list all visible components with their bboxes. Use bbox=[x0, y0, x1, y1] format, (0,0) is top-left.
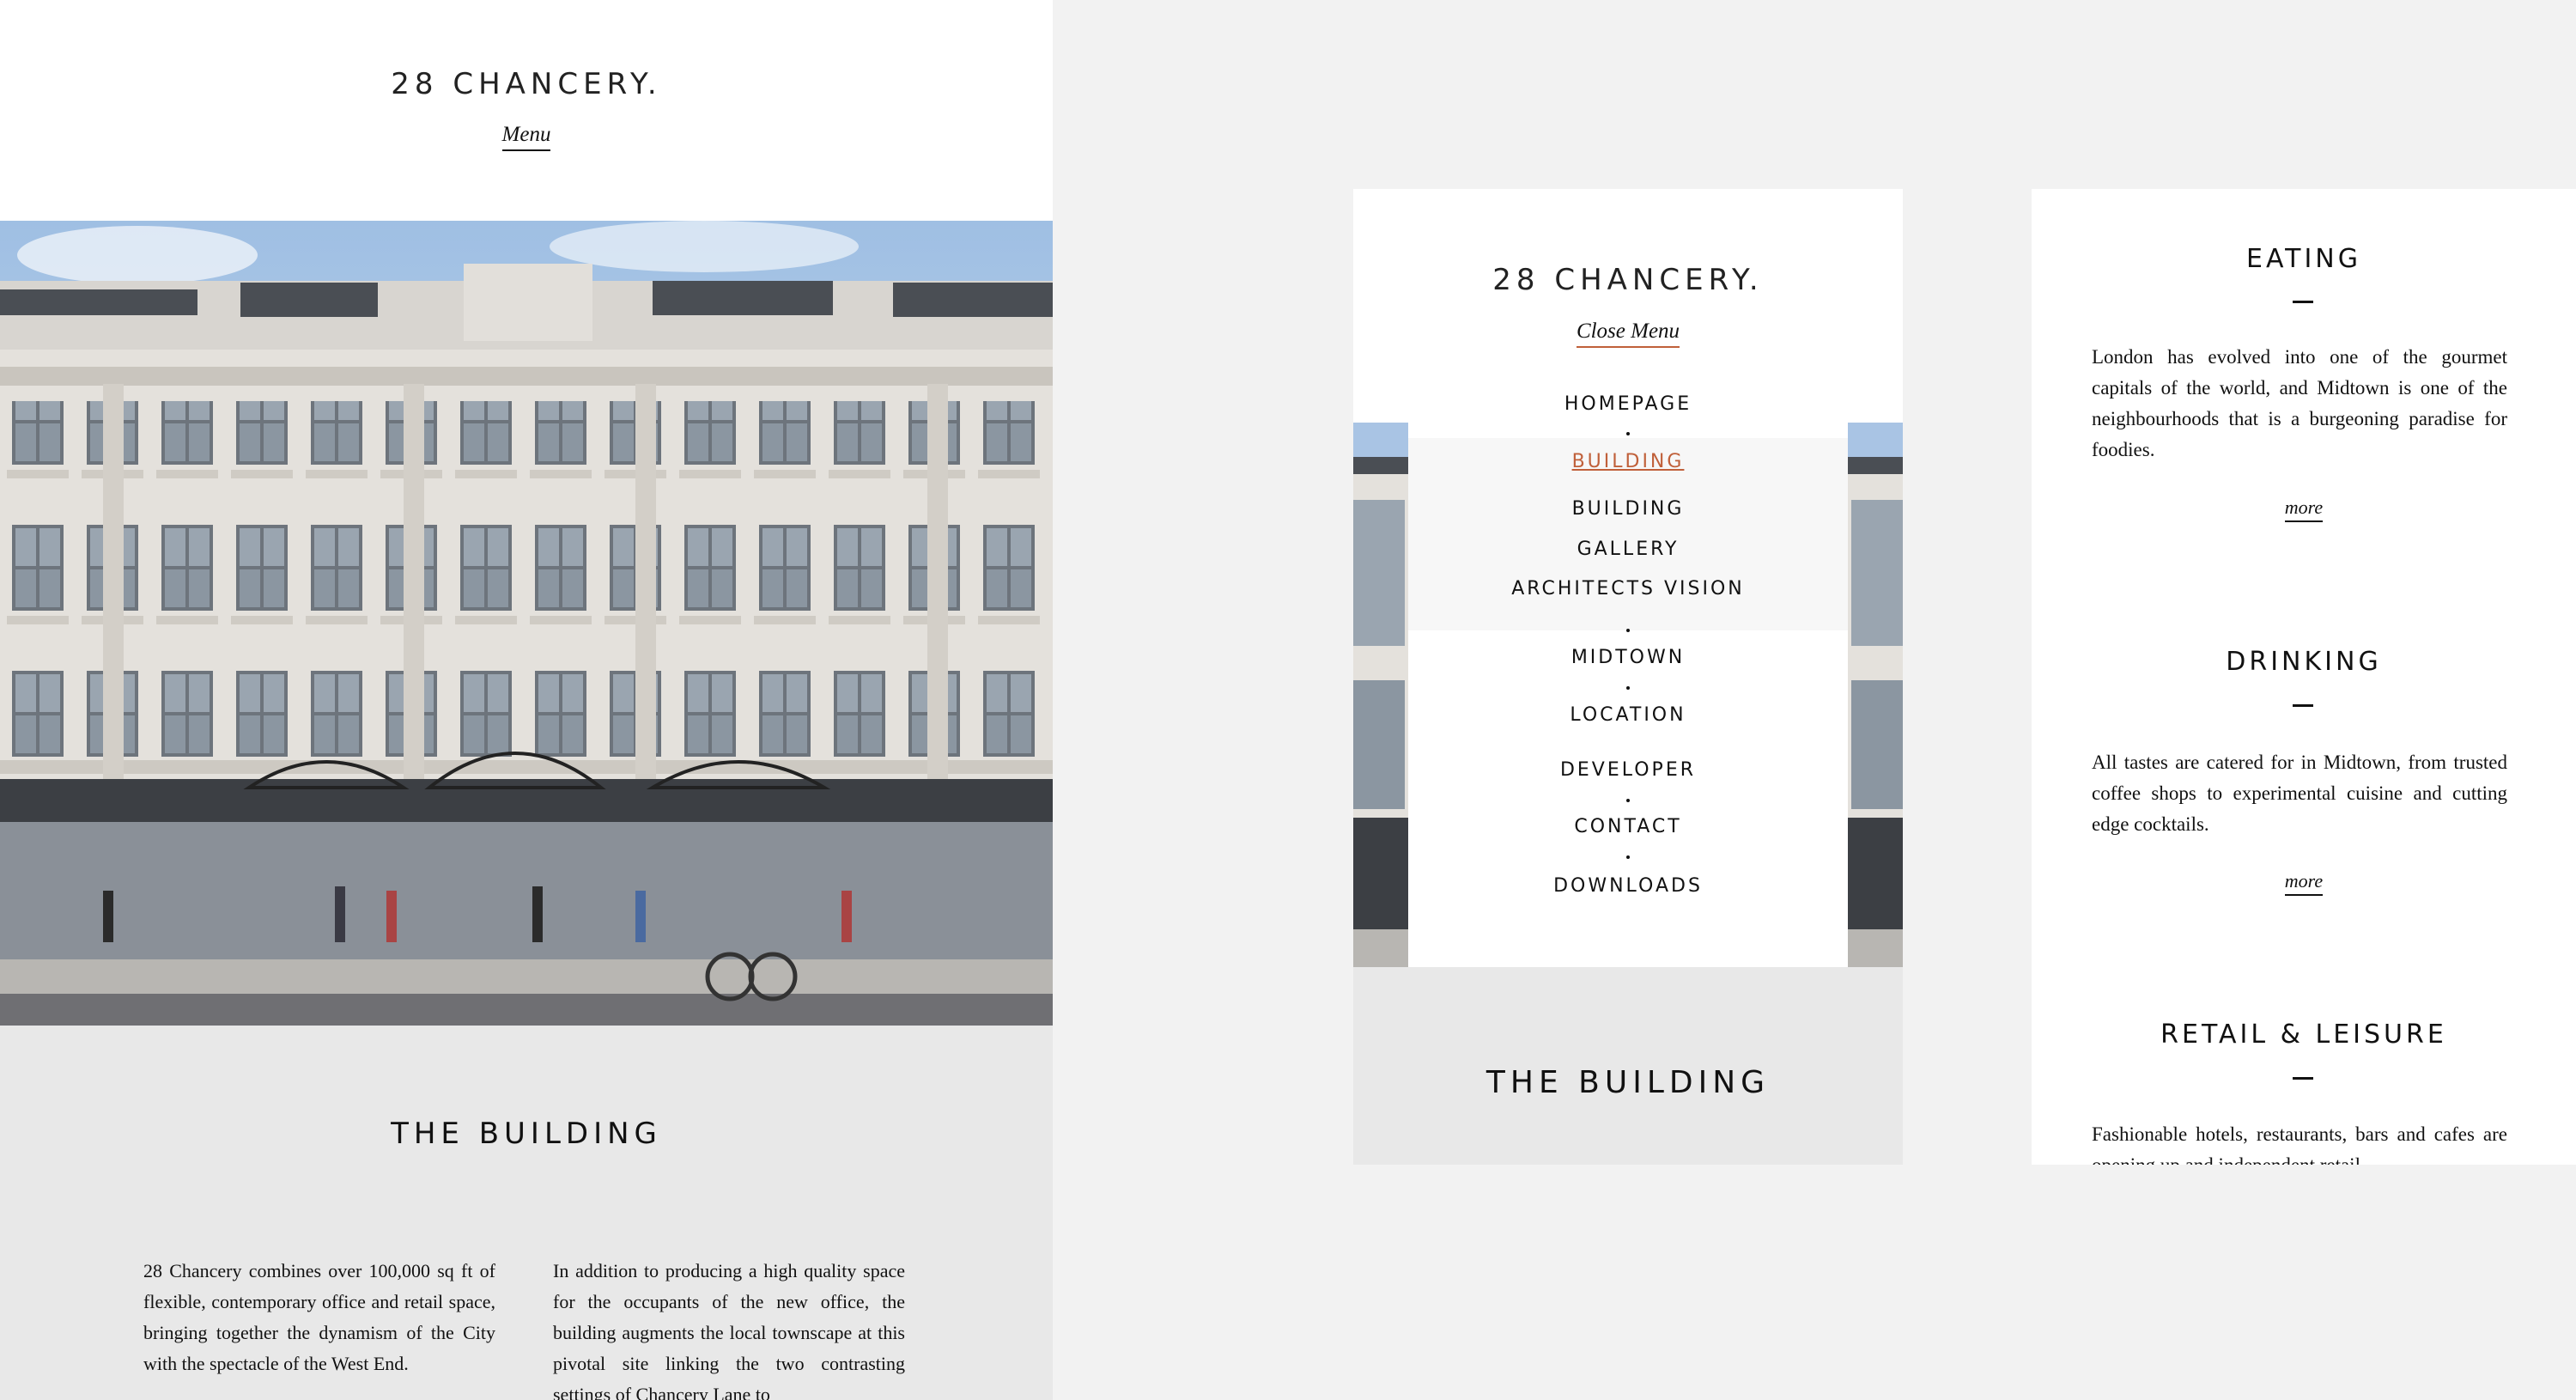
nav-separator-dot bbox=[1626, 432, 1630, 435]
nav-separator-dot bbox=[1626, 629, 1630, 632]
site-header: 28 CHANCERY. Menu bbox=[0, 0, 1053, 221]
nav-item-contact[interactable]: CONTACT bbox=[1353, 816, 1903, 837]
drinking-more-link[interactable]: more bbox=[2032, 870, 2576, 896]
menu-button-label: Menu bbox=[501, 123, 551, 151]
title-dash bbox=[2293, 301, 2313, 303]
nav-separator-dot bbox=[1626, 686, 1630, 690]
nav-item-gallery[interactable]: GALLERY bbox=[1353, 539, 1903, 560]
eating-title: EATING bbox=[2245, 244, 2361, 274]
nav-item-building[interactable]: BUILDING bbox=[1353, 498, 1903, 520]
drinking-text: All tastes are catered for in Midtown, f… bbox=[2092, 752, 2507, 835]
nav-separator-dot bbox=[1626, 799, 1630, 802]
site-logo[interactable]: 28 CHANCERY. bbox=[0, 67, 1053, 101]
eating-text: London has evolved into one of the gourm… bbox=[2092, 346, 2507, 460]
retail-leisure-title: RETAIL & LEISURE bbox=[2160, 1020, 2447, 1050]
building-description-column-2: In addition to producing a high quality … bbox=[553, 1260, 905, 1400]
nav-item-location[interactable]: LOCATION bbox=[1353, 704, 1903, 726]
homepage-panel: 28 CHANCERY. Menu THE BUILDING 28 Chance… bbox=[0, 0, 1053, 1400]
lifestyle-panel: EATING London has evolved into one of th… bbox=[2032, 189, 2576, 1165]
nav-item-downloads[interactable]: DOWNLOADS bbox=[1353, 875, 1903, 897]
more-link-label: more bbox=[2284, 496, 2324, 522]
close-menu-button[interactable]: Close Menu bbox=[1353, 320, 1903, 348]
title-dash bbox=[2293, 1077, 2313, 1080]
section-title: THE BUILDING bbox=[391, 1117, 662, 1151]
title-dash bbox=[2293, 704, 2313, 707]
section-title: THE BUILDING bbox=[1485, 1065, 1771, 1100]
eating-more-link[interactable]: more bbox=[2032, 496, 2576, 522]
menu-button[interactable]: Menu bbox=[0, 123, 1053, 151]
more-link-label: more bbox=[2284, 870, 2324, 896]
nav-separator-dot bbox=[1626, 855, 1630, 859]
nav-item-building-active[interactable]: BUILDING bbox=[1353, 451, 1903, 472]
retail-leisure-text: Fashionable hotels, restaurants, bars an… bbox=[2092, 1123, 2507, 1165]
building-hero-image bbox=[0, 221, 1053, 1026]
site-logo[interactable]: 28 CHANCERY. bbox=[1353, 263, 1903, 297]
nav-item-developer[interactable]: DEVELOPER bbox=[1353, 759, 1903, 781]
nav-item-homepage[interactable]: HOMEPAGE bbox=[1353, 393, 1903, 415]
menu-panel: 28 CHANCERY. Close Menu HOMEPAGE BUILDIN… bbox=[1353, 189, 1903, 1165]
nav-item-midtown[interactable]: MIDTOWN bbox=[1353, 647, 1903, 668]
close-menu-label: Close Menu bbox=[1576, 320, 1680, 348]
nav-item-architects-vision[interactable]: ARCHITECTS VISION bbox=[1353, 578, 1903, 600]
building-description-column-1: 28 Chancery combines over 100,000 sq ft … bbox=[143, 1260, 495, 1374]
drinking-title: DRINKING bbox=[2226, 647, 2382, 677]
